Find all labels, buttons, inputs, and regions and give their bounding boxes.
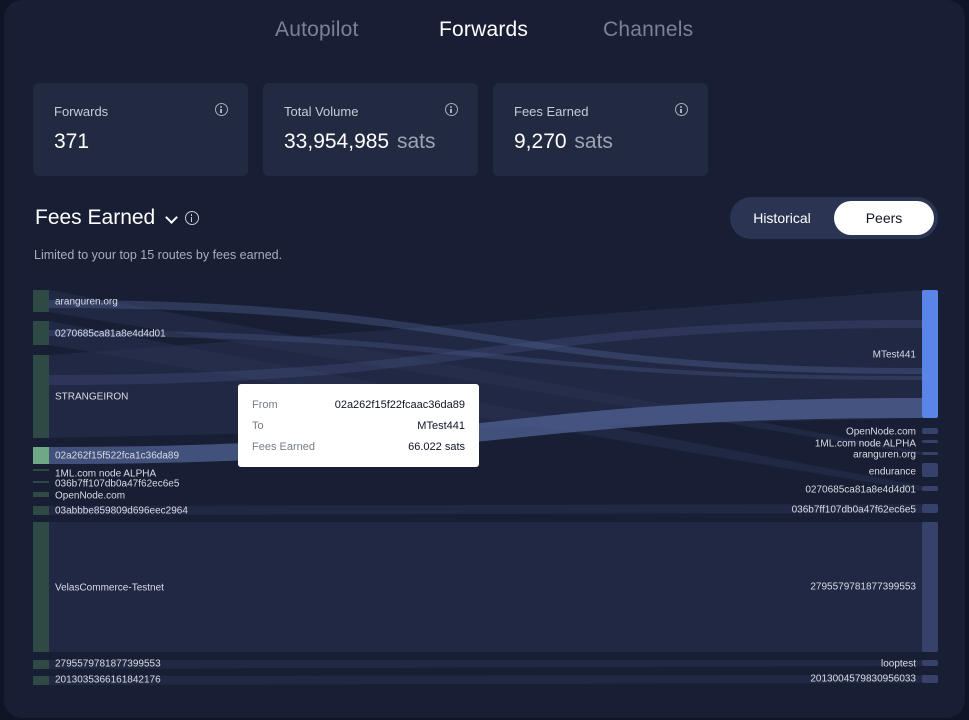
sankey-target-node[interactable] <box>922 660 938 666</box>
stat-value: 33,954,985 sats <box>284 130 436 153</box>
sankey-source-node[interactable] <box>33 506 49 515</box>
sankey-source-node[interactable] <box>33 290 49 312</box>
forwards-screen: Autopilot Forwards Channels Forwards 371… <box>4 0 965 718</box>
peers-toggle-button[interactable]: Peers <box>834 201 934 235</box>
chevron-down-icon[interactable] <box>165 211 178 224</box>
sankey-target-node[interactable] <box>922 440 938 443</box>
sankey-source-node[interactable] <box>33 481 49 483</box>
sankey-target-node[interactable] <box>922 522 938 652</box>
sankey-target-node[interactable] <box>922 675 938 683</box>
sankey-target-label: 036b7ff107db0a47f62ec6e5 <box>792 505 917 516</box>
section-title[interactable]: Fees Earned <box>35 206 155 230</box>
sankey-target-node[interactable] <box>922 486 938 491</box>
sankey-source-label: 2795579781877399553 <box>55 659 161 670</box>
sankey-link <box>49 522 922 652</box>
stat-unit: sats <box>574 130 613 153</box>
tooltip-to-value: MTest441 <box>417 420 465 432</box>
sankey-source-node[interactable] <box>33 355 49 438</box>
fees-sankey-diagram: aranguren.org 0270685ca81a8e4d4d01 STRANGE… <box>33 290 938 686</box>
sankey-source-label: 02a262f15f522fca1c36da89 <box>55 451 179 462</box>
stat-label: Fees Earned <box>514 104 589 119</box>
historical-toggle-button[interactable]: Historical <box>730 197 834 239</box>
sankey-target-label: 0270685ca81a8e4d4d01 <box>805 485 916 496</box>
section-subtitle: Limited to your top 15 routes by fees ea… <box>34 248 283 262</box>
sankey-source-node[interactable] <box>33 492 49 497</box>
stat-value: 9,270 sats <box>514 130 613 153</box>
sankey-source-label: OpenNode.com <box>55 491 125 502</box>
info-icon[interactable] <box>215 103 228 116</box>
total-volume-stat-card: Total Volume 33,954,985 sats <box>263 83 478 176</box>
sankey-target-label: aranguren.org <box>853 450 916 461</box>
sankey-source-node[interactable] <box>33 469 49 471</box>
sankey-source-label: 036b7ff107db0a47f62ec6e5 <box>55 479 180 490</box>
sankey-target-label: endurance <box>869 467 917 478</box>
sankey-source-label: 03abbbe859809d696eec2964 <box>55 506 188 517</box>
sankey-target-node[interactable] <box>922 504 938 513</box>
route-tooltip: From 02a262f15f22fcaac36da89 To MTest441… <box>238 384 479 467</box>
tab-channels[interactable]: Channels <box>603 18 693 42</box>
sankey-target-node[interactable] <box>922 428 938 434</box>
sankey-target-node[interactable] <box>922 290 938 418</box>
sankey-source-node[interactable] <box>33 447 49 464</box>
sankey-target-node[interactable] <box>922 452 938 455</box>
view-toggle: Historical Peers <box>730 197 938 239</box>
sankey-source-node[interactable] <box>33 522 49 652</box>
stat-label: Total Volume <box>284 104 359 119</box>
sankey-target-label: 1ML.com node ALPHA <box>815 439 916 450</box>
info-icon[interactable] <box>675 103 688 116</box>
info-icon[interactable] <box>445 103 458 116</box>
sankey-target-label: MTest441 <box>873 350 917 361</box>
sankey-source-node[interactable] <box>33 660 49 669</box>
sankey-source-label: VelasCommerce-Testnet <box>55 583 164 594</box>
tab-autopilot[interactable]: Autopilot <box>275 18 359 42</box>
info-icon[interactable] <box>185 211 199 225</box>
tooltip-from-label: From <box>252 399 278 411</box>
tooltip-fees-label: Fees Earned <box>252 441 315 453</box>
sankey-source-label: aranguren.org <box>55 297 118 308</box>
stat-value: 371 <box>54 130 90 153</box>
sankey-source-node[interactable] <box>33 321 49 345</box>
fees-earned-stat-card: Fees Earned 9,270 sats <box>493 83 708 176</box>
tooltip-fees-value: 66.022 sats <box>408 441 465 453</box>
sankey-target-label: OpenNode.com <box>846 427 916 438</box>
forwards-stat-card: Forwards 371 <box>33 83 248 176</box>
tooltip-from-value: 02a262f15f22fcaac36da89 <box>334 399 465 411</box>
sankey-source-label: 2013035366161842176 <box>55 675 161 686</box>
tooltip-to-label: To <box>252 420 264 432</box>
sankey-link <box>49 660 922 669</box>
sankey-source-node[interactable] <box>33 676 49 685</box>
sankey-target-label: 2013004579830956033 <box>810 674 916 685</box>
tab-forwards[interactable]: Forwards <box>439 18 528 42</box>
top-nav: Autopilot Forwards Channels <box>4 18 965 52</box>
sankey-target-label: 2795579781877399553 <box>810 582 916 593</box>
sankey-source-label: 0270685ca81a8e4d4d01 <box>55 329 166 340</box>
stat-unit: sats <box>396 130 436 153</box>
sankey-target-node[interactable] <box>922 463 938 477</box>
sankey-source-label: STRANGEIRON <box>55 392 128 403</box>
sankey-link <box>49 675 922 685</box>
sankey-target-label: looptest <box>881 659 916 670</box>
stat-label: Forwards <box>54 104 109 119</box>
